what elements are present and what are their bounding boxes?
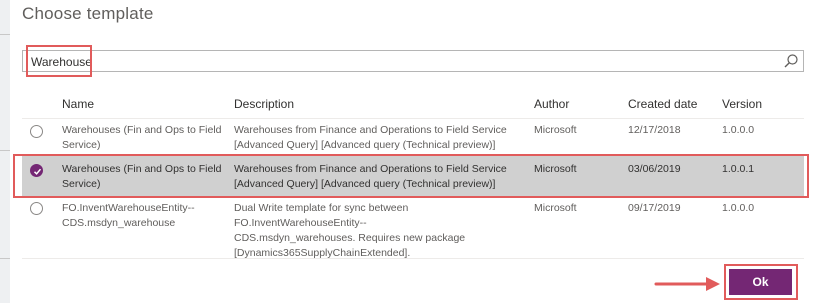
row-author: Microsoft <box>534 202 577 214</box>
row-created-date: 09/17/2019 <box>628 202 681 214</box>
selected-row-annotation-box <box>13 154 809 198</box>
divider <box>0 34 10 35</box>
row-name: Warehouses (Fin and Ops to Field Service… <box>62 123 227 153</box>
row-radio-button[interactable] <box>30 125 43 138</box>
table-row[interactable]: FO.InventWarehouseEntity-- CDS.msdyn_war… <box>22 196 804 259</box>
row-description: Dual Write template for sync between FO.… <box>234 201 529 261</box>
row-name: FO.InventWarehouseEntity-- CDS.msdyn_war… <box>62 201 227 231</box>
search-icon[interactable] <box>783 53 799 69</box>
divider <box>0 150 10 151</box>
row-name-line: CDS.msdyn_warehouse <box>62 217 176 229</box>
dialog-title: Choose template <box>22 4 154 23</box>
ok-button[interactable]: Ok <box>729 269 792 295</box>
row-name-line: Service) <box>62 139 101 151</box>
column-header-created-date[interactable]: Created date <box>628 97 697 111</box>
search-annotation-box <box>26 45 92 77</box>
row-radio-button[interactable] <box>30 202 43 215</box>
row-description: Warehouses from Finance and Operations t… <box>234 123 524 153</box>
column-header-version[interactable]: Version <box>722 97 762 111</box>
row-created-date: 12/17/2018 <box>628 124 681 136</box>
row-description-line: Warehouses from Finance and Operations t… <box>234 124 507 136</box>
row-description-line: CDS.msdyn_warehouses. Requires new packa… <box>234 232 466 244</box>
column-header-author[interactable]: Author <box>534 97 569 111</box>
search-input[interactable]: Warehouse <box>22 50 804 72</box>
arrow-right-icon <box>654 277 720 291</box>
divider <box>0 258 10 259</box>
row-name-line: Warehouses (Fin and Ops to Field <box>62 124 222 136</box>
left-panel-edge <box>0 0 10 303</box>
table-row[interactable]: Warehouses (Fin and Ops to Field Service… <box>22 118 804 157</box>
table-header: Name Description Author Created date Ver… <box>22 92 804 119</box>
row-version: 1.0.0.0 <box>722 202 755 214</box>
footer-divider <box>22 258 804 259</box>
row-description-line: Dual Write template for sync between FO.… <box>234 202 409 229</box>
row-version: 1.0.0.0 <box>722 124 755 136</box>
row-name-line: FO.InventWarehouseEntity-- <box>62 202 195 214</box>
column-header-name[interactable]: Name <box>62 97 94 111</box>
row-description-line: [Advanced Query] [Advanced query (Techni… <box>234 139 496 151</box>
column-header-description[interactable]: Description <box>234 97 294 111</box>
row-author: Microsoft <box>534 124 577 136</box>
